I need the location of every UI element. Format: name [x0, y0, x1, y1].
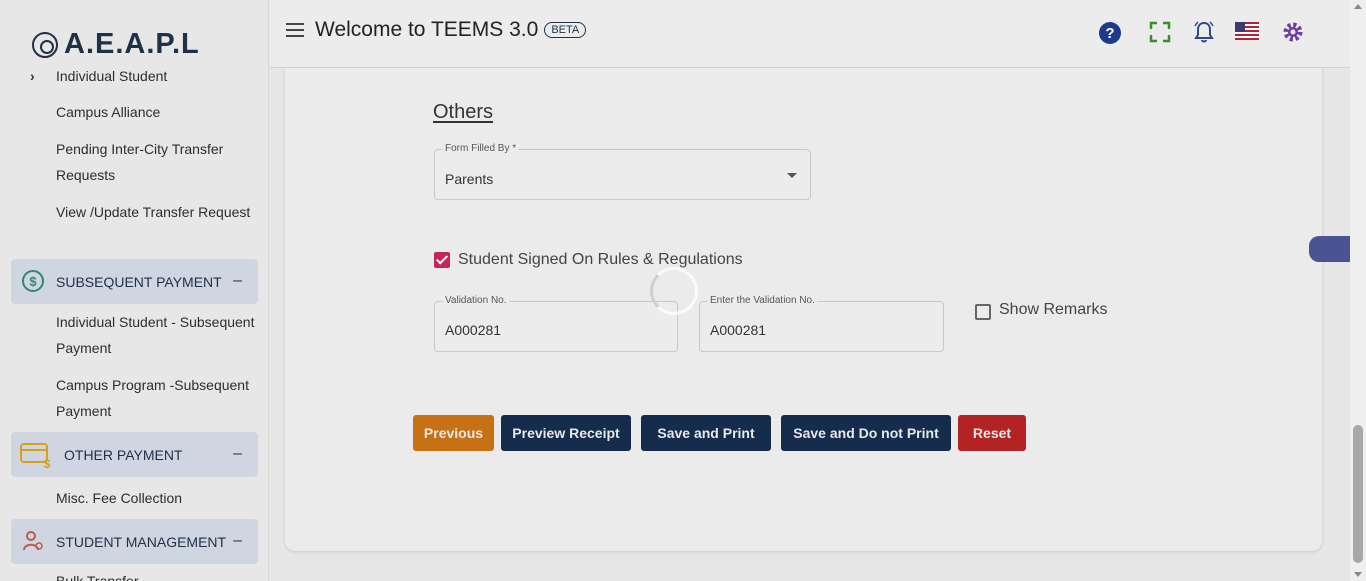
card-dollar-icon: $: [20, 443, 51, 470]
form-filled-by-value: Parents: [445, 171, 494, 187]
collapse-icon[interactable]: –: [233, 445, 242, 463]
brand-logo[interactable]: A.E.A.P.L: [32, 28, 200, 61]
validation-no-value: A000281: [445, 322, 502, 338]
enter-validation-no-value: A000281: [710, 322, 767, 338]
save-and-print-button[interactable]: Save and Print: [641, 415, 771, 451]
beta-badge: BETA: [544, 22, 587, 38]
form-filled-by-select[interactable]: Form Filled By * Parents: [434, 143, 811, 200]
sidebar-item-campus-alliance[interactable]: Campus Alliance: [56, 99, 256, 125]
section-title-others: Others: [433, 101, 494, 123]
scroll-up-arrow-icon[interactable]: [1354, 4, 1362, 9]
svg-text:$: $: [29, 274, 37, 289]
signed-rules-checkbox[interactable]: [434, 252, 450, 268]
section-subsequent-payment[interactable]: $ SUBSEQUENT PAYMENT –: [11, 259, 258, 304]
previous-button[interactable]: Previous: [413, 415, 494, 451]
show-remarks-label: Show Remarks: [999, 301, 1108, 318]
sidebar-item-update-transfer[interactable]: View /Update Transfer Request: [56, 199, 256, 225]
reset-button[interactable]: Reset: [958, 415, 1026, 451]
sidebar-item-individual-student[interactable]: Individual Student: [56, 63, 256, 89]
sidebar-item-bulk-transfer[interactable]: Bulk Transfer: [56, 568, 256, 581]
section-label: STUDENT MANAGEMENT: [56, 533, 227, 550]
menu-icon[interactable]: [286, 23, 304, 37]
collapse-icon[interactable]: –: [233, 272, 242, 290]
sidebar: A.E.A.P.L › Individual Student Campus Al…: [0, 0, 269, 581]
page-title: Welcome to TEEMS 3.0 BETA: [315, 18, 587, 42]
validation-no-field[interactable]: Validation No. A000281: [434, 295, 678, 352]
svg-text:?: ?: [1105, 25, 1114, 42]
sidebar-item-pending-transfer[interactable]: Pending Inter-City Transfer Requests: [56, 136, 256, 188]
form-filled-by-label: Form Filled By *: [443, 143, 519, 154]
us-flag-icon[interactable]: [1235, 22, 1259, 40]
page-scrollbar[interactable]: [1350, 0, 1366, 581]
section-label: OTHER PAYMENT: [64, 446, 183, 463]
help-icon[interactable]: ?: [1098, 21, 1122, 45]
scrollbar-thumb[interactable]: [1353, 425, 1363, 563]
notification-bell-icon[interactable]: [1192, 20, 1216, 44]
svg-text:$: $: [44, 457, 51, 470]
show-remarks-checkbox[interactable]: [975, 304, 991, 320]
fullscreen-icon[interactable]: [1148, 20, 1172, 44]
loading-spinner-icon: [650, 267, 698, 315]
scroll-down-arrow-icon[interactable]: [1354, 572, 1362, 577]
logo-text: A.E.A.P.L: [64, 28, 200, 60]
dropdown-caret-icon: [787, 173, 797, 178]
floating-side-tab[interactable]: [1309, 236, 1350, 262]
preview-receipt-button[interactable]: Preview Receipt: [501, 415, 631, 451]
section-label: SUBSEQUENT PAYMENT: [56, 273, 222, 290]
section-other-payment[interactable]: $ OTHER PAYMENT –: [11, 432, 258, 477]
sidebar-item-campus-subsequent[interactable]: Campus Program -Subsequent Payment: [56, 372, 256, 424]
dollar-circle-icon: $: [22, 270, 44, 292]
form-card: Others Form Filled By * Parents Student …: [285, 68, 1322, 551]
settings-gear-icon[interactable]: [1281, 20, 1305, 44]
signed-rules-label: Student Signed On Rules & Regulations: [458, 251, 743, 268]
page-title-text: Welcome to TEEMS 3.0: [315, 18, 539, 41]
enter-validation-no-label: Enter the Validation No.: [708, 295, 817, 306]
validation-no-label: Validation No.: [443, 295, 509, 306]
sidebar-item-individual-subsequent[interactable]: Individual Student - Subsequent Payment: [56, 309, 256, 361]
save-no-print-button[interactable]: Save and Do not Print: [781, 415, 951, 451]
student-management-icon: [23, 531, 43, 551]
collapse-icon[interactable]: –: [233, 532, 242, 550]
logo-emblem-icon: [32, 31, 58, 58]
section-student-management[interactable]: STUDENT MANAGEMENT –: [11, 519, 258, 564]
top-header: Welcome to TEEMS 3.0 BETA ?: [270, 0, 1350, 68]
sidebar-item-misc-fee[interactable]: Misc. Fee Collection: [56, 485, 256, 511]
enter-validation-no-field[interactable]: Enter the Validation No. A000281: [699, 295, 944, 352]
chevron-right-icon[interactable]: ›: [30, 68, 35, 84]
